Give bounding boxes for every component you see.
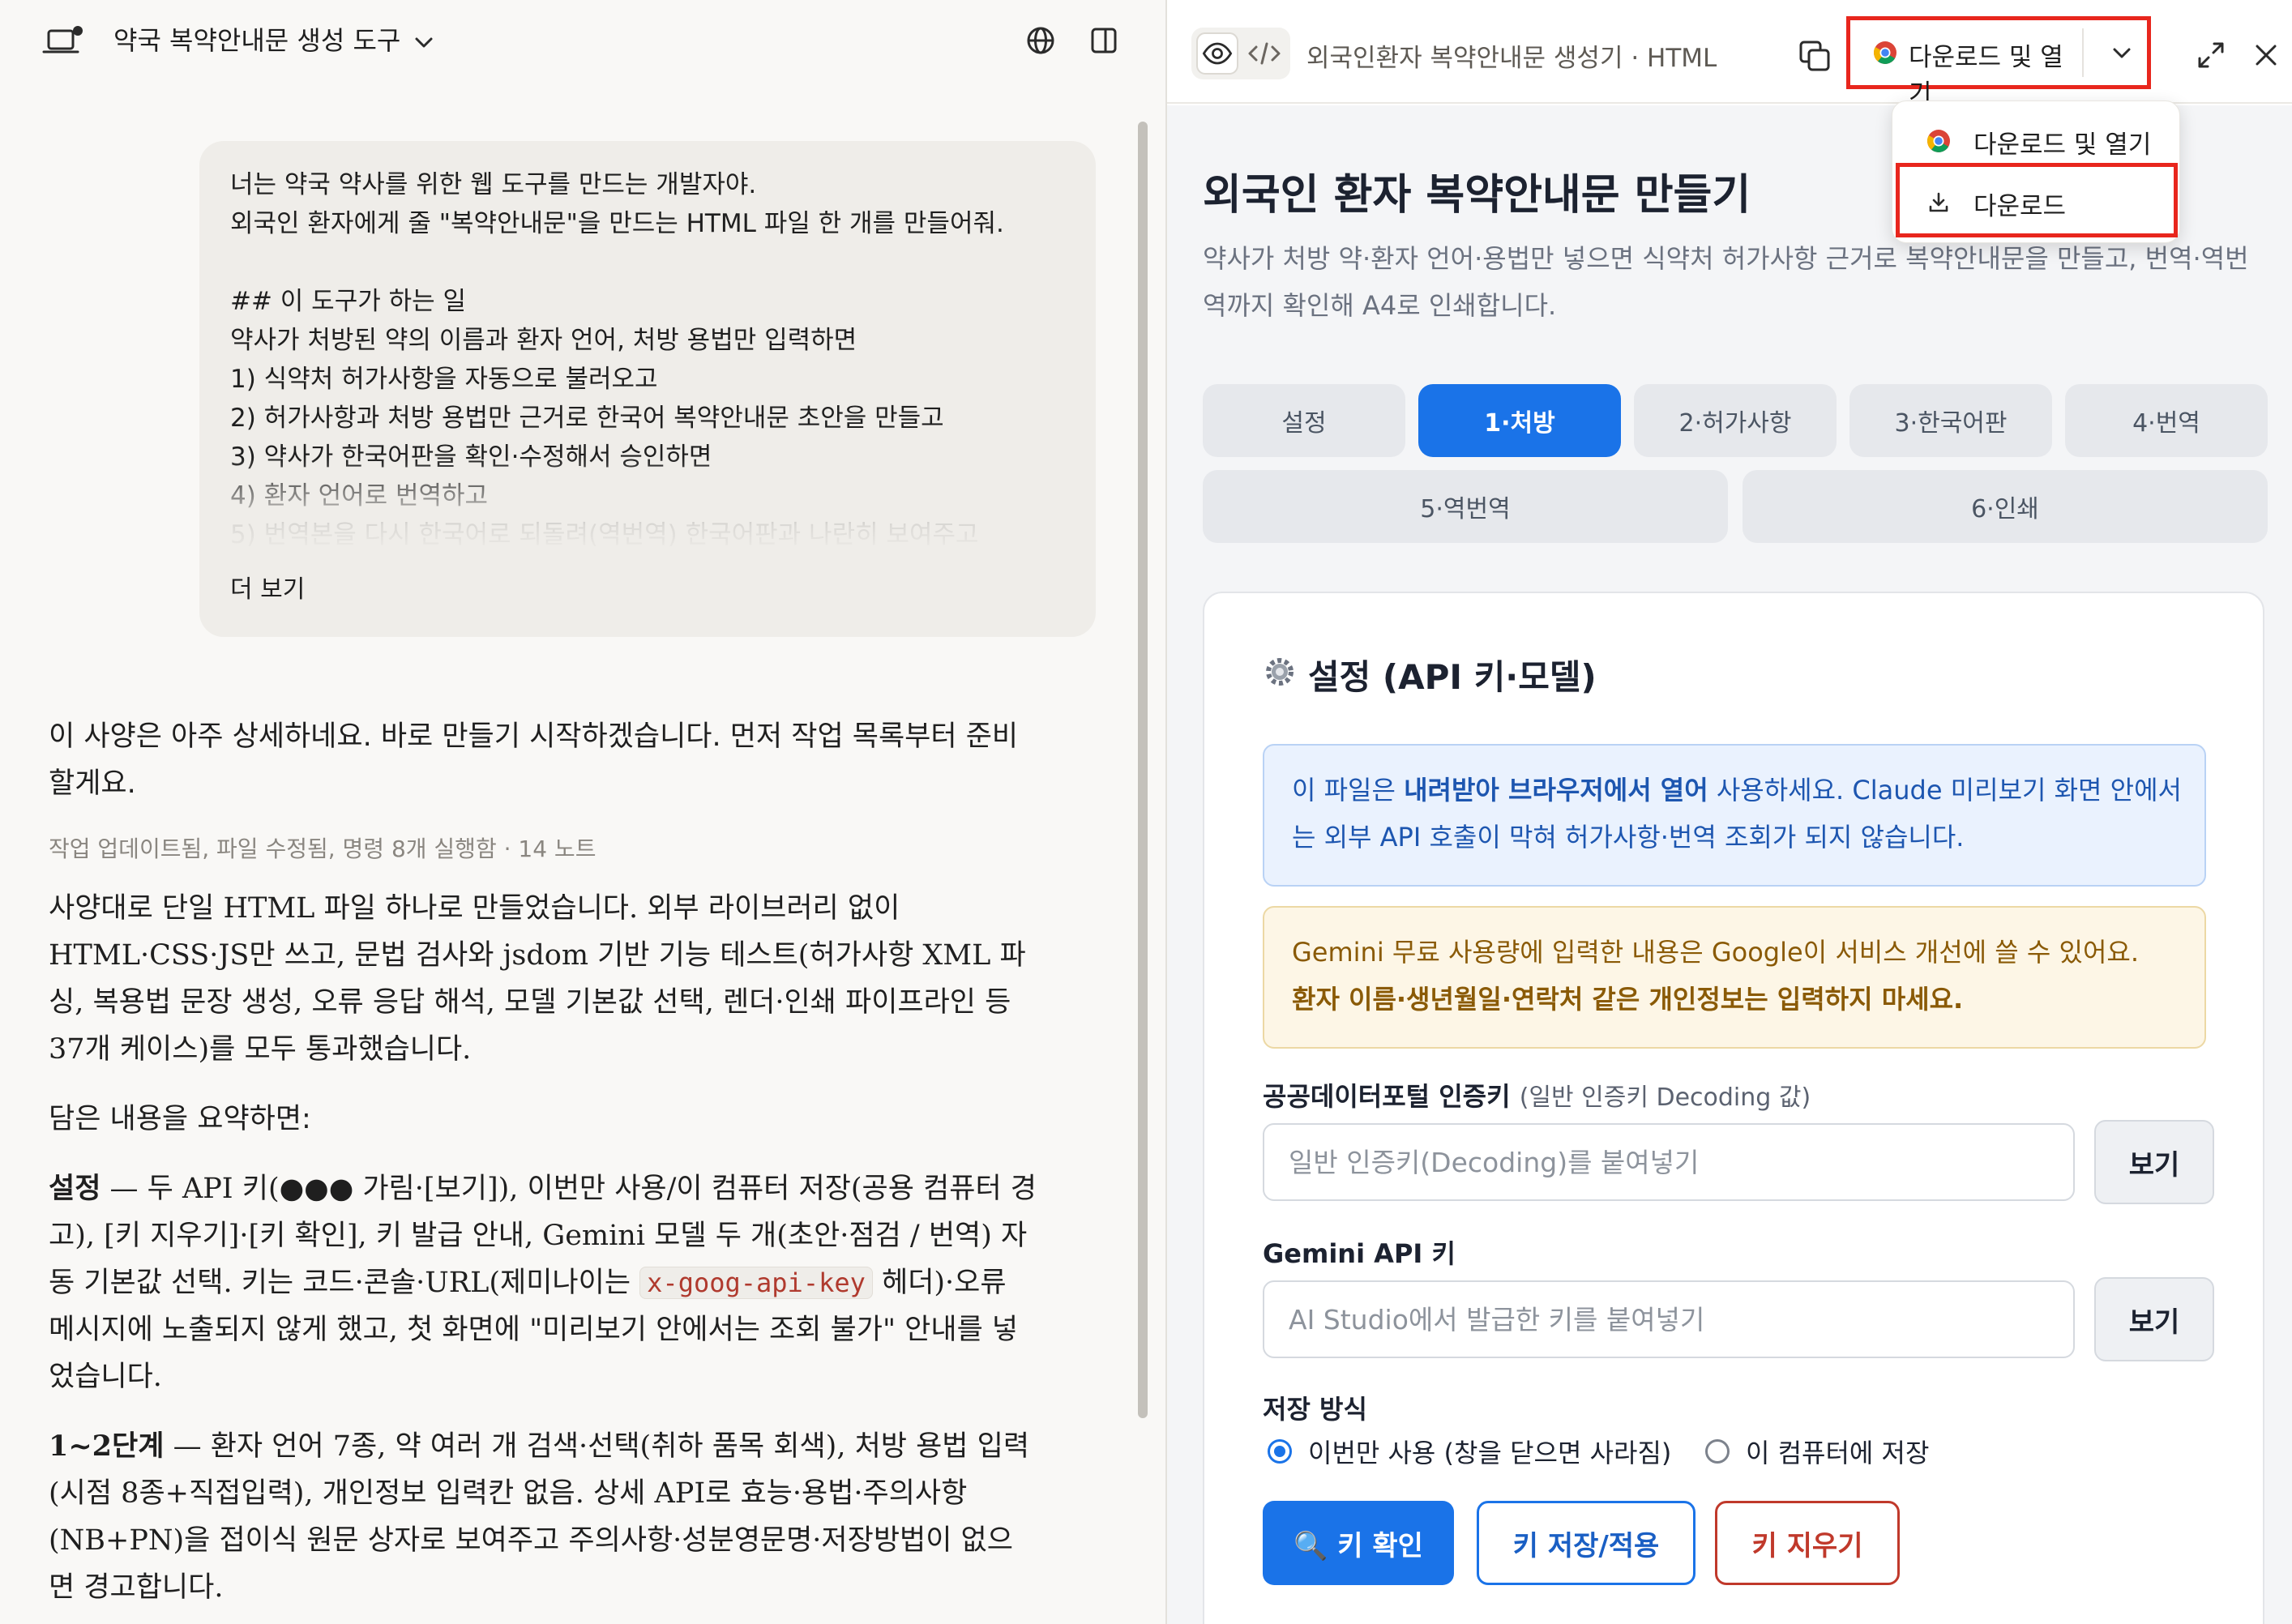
tab-print[interactable]: 6·인쇄 [1743, 470, 2268, 543]
conversation-title[interactable]: 약국 복약안내문 생성 도구 [113, 23, 400, 58]
download-icon [1929, 192, 1948, 212]
close-icon[interactable] [2251, 41, 2281, 70]
chat-header: 약국 복약안내문 생성 도구 [0, 0, 1165, 84]
assistant-reply-intro: 이 사양은 아주 상세하네요. 바로 만들기 시작하겠습니다. 먼저 작업 목록… [49, 720, 1019, 800]
split-divider [2082, 28, 2084, 77]
chat-pane: 약국 복약안내문 생성 도구 너는 약국 약사를 위한 웹 도구를 만드는 개발… [0, 0, 1165, 1624]
tab-prescription[interactable]: 1·처방 [1418, 384, 1621, 457]
data-portal-key-label: 공공데이터포털 인증키 (일반 인증키 Decoding 값) [1263, 1081, 1811, 1112]
tab-translation[interactable]: 4·번역 [2065, 384, 2268, 457]
chat-scrollbar[interactable] [1138, 122, 1148, 1418]
download-open-split-button: 다운로드 및 열기 [1846, 16, 2151, 109]
storage-session-label[interactable]: 이번만 사용 (창을 닫으면 사라짐) [1308, 1433, 1671, 1470]
download-open-button[interactable]: 다운로드 및 열기 [1850, 20, 2080, 109]
storage-label: 저장 방식 [1263, 1394, 1367, 1425]
chrome-icon [1927, 130, 1950, 152]
privacy-warning-text: Gemini 무료 사용량에 입력한 내용은 Google이 서비스 개선에 쓸… [1292, 937, 2140, 1015]
storage-radio-group: 이번만 사용 (창을 닫으면 사라짐) 이 컴퓨터에 저장 [1268, 1438, 2159, 1472]
menu-item-download-open[interactable]: 다운로드 및 열기 [1892, 109, 2181, 171]
privacy-warning: Gemini 무료 사용량에 입력한 내용은 Google이 서비스 개선에 쓸… [1263, 906, 2206, 1049]
copy-icon[interactable] [1798, 39, 1832, 73]
menu-item-download-label: 다운로드 [1973, 192, 2067, 221]
gemini-key-label: Gemini API 키 [1263, 1238, 1456, 1269]
steps-text: — 환자 언어 7종, 약 여러 개 검색·선택(취하 품목 회색), 처방 용… [49, 1430, 1030, 1604]
chevron-down-icon[interactable] [2108, 40, 2136, 67]
storage-local-radio[interactable] [1705, 1439, 1730, 1464]
artifact-pane: 외국인환자 복약안내문 생성기 · HTML 다운로드 및 열기 외국인 환자 … [1165, 0, 2292, 1624]
preview-notice: 이 파일은 내려받아 브라우저에서 열어 사용하세요. Claude 미리보기 … [1263, 744, 2206, 887]
view-toggle [1191, 28, 1290, 79]
gemini-key-field[interactable] [1263, 1280, 2075, 1358]
assistant-reply-lead: 담은 내용을 요약하면: [49, 1103, 311, 1135]
steps-heading: 1~2단계 [49, 1430, 165, 1463]
assistant-reply-summary: 사양대로 단일 HTML 파일 하나로 만들었습니다. 외부 라이브러리 없이 … [49, 892, 1026, 1066]
storage-session-radio[interactable] [1268, 1439, 1292, 1464]
download-menu: 다운로드 및 열기 다운로드 [1892, 100, 2180, 243]
data-portal-key-field[interactable] [1263, 1123, 2075, 1201]
check-key-button[interactable]: 🔍 키 확인 [1263, 1501, 1454, 1585]
tab-korean[interactable]: 3·한국어판 [1849, 384, 2052, 457]
chevron-down-icon[interactable] [412, 31, 436, 55]
app-title: 외국인 환자 복약안내문 만들기 [1203, 171, 1751, 220]
show-more-button[interactable]: 더 보기 [230, 569, 305, 605]
inline-code: x-goog-api-key [639, 1267, 873, 1299]
artifact-toolbar: 외국인환자 복약안내문 생성기 · HTML 다운로드 및 열기 [1167, 0, 2292, 109]
expand-icon[interactable] [2195, 39, 2227, 71]
preview-tab[interactable] [1196, 32, 1238, 75]
sidebar-toggle-icon[interactable] [1088, 24, 1120, 57]
app-preview: 외국인 환자 복약안내문 만들기 약사가 처방 약·환자 언어·용법만 넣으면 … [1167, 105, 2292, 1624]
settings-card-title: 설정 (API 키·모델) [1308, 657, 1597, 697]
data-portal-key-input[interactable] [1264, 1125, 2073, 1199]
preview-notice-text: 이 파일은 내려받아 브라우저에서 열어 사용하세요. Claude 미리보기 … [1292, 775, 2182, 853]
tab-settings[interactable]: 설정 [1203, 384, 1405, 457]
menu-item-download-open-label: 다운로드 및 열기 [1973, 130, 2152, 160]
settings-heading: 설정 [49, 1172, 101, 1205]
menu-item-download[interactable]: 다운로드 [1892, 171, 2181, 233]
eye-icon [1202, 42, 1233, 65]
show-data-portal-key-button[interactable]: 보기 [2094, 1120, 2214, 1204]
code-icon[interactable] [1243, 32, 1285, 75]
download-open-label: 다운로드 및 열기 [1909, 43, 2063, 109]
globe-icon[interactable] [1024, 24, 1057, 57]
gear-icon [1266, 658, 1294, 686]
assistant-reply-steps: 1~2단계 — 환자 언어 7종, 약 여러 개 검색·선택(취하 품목 회색)… [49, 1423, 1037, 1611]
clear-key-button[interactable]: 키 지우기 [1715, 1501, 1900, 1585]
show-gemini-key-button[interactable]: 보기 [2094, 1277, 2214, 1361]
tab-back-translation[interactable]: 5·역번역 [1203, 470, 1728, 543]
storage-local-label[interactable]: 이 컴퓨터에 저장 [1746, 1433, 1929, 1470]
activity-summary[interactable]: 작업 업데이트됨, 파일 수정됨, 명령 8개 실행함 · 14 노트 [49, 831, 596, 864]
prompt-fade [199, 457, 1096, 554]
save-key-button[interactable]: 키 저장/적용 [1477, 1501, 1695, 1585]
artifact-title: 외국인환자 복약안내문 생성기 · HTML [1306, 44, 1717, 73]
tab-approval[interactable]: 2·허가사항 [1634, 384, 1837, 457]
project-laptop-icon[interactable] [42, 24, 84, 60]
assistant-reply-settings: 설정 — 두 API 키(●●● 가림·[보기]), 이번만 사용/이 컴퓨터 … [49, 1165, 1037, 1400]
chrome-icon [1874, 41, 1896, 64]
app-description: 약사가 처방 약·환자 언어·용법만 넣으면 식약처 허가사항 근거로 복약안내… [1203, 243, 2249, 321]
gemini-key-input[interactable] [1264, 1282, 2073, 1357]
user-prompt-bubble: 너는 약국 약사를 위한 웹 도구를 만드는 개발자야. 외국인 환자에게 줄 … [199, 141, 1096, 637]
settings-card: 설정 (API 키·모델) 이 파일은 내려받아 브라우저에서 열어 사용하세요… [1203, 592, 2264, 1624]
